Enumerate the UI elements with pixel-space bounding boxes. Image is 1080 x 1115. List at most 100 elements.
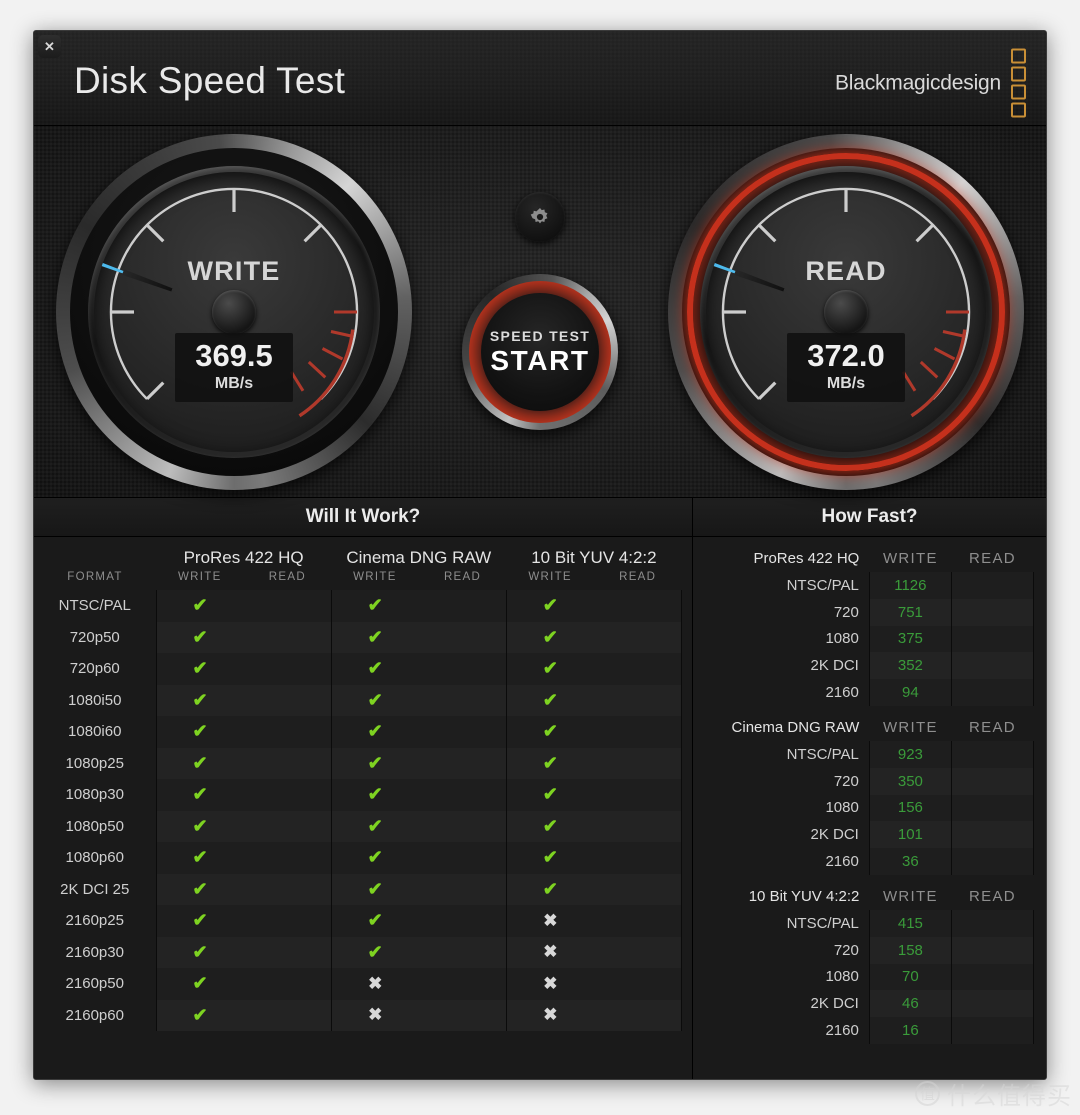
read-gauge-label: READ [805, 256, 887, 286]
will-it-work-table: FORMAT ProRes 422 HQ Cinema DNG RAW 10 B… [44, 537, 682, 1031]
sub-header-write: WRITE [178, 571, 222, 583]
empty-cell [593, 779, 682, 811]
cross-icon-cell: ✖ [330, 999, 419, 1031]
check-icon-cell: ✔ [155, 810, 244, 842]
check-icon: ✔ [542, 847, 558, 868]
check-icon-cell: ✔ [330, 590, 419, 622]
check-icon-cell: ✔ [155, 621, 244, 653]
how-fast-group-header: Cinema DNG RAW WRITE READ [701, 706, 1034, 741]
list-item: 2160 94 [701, 679, 1035, 706]
format-label: 1080p60 [44, 842, 156, 874]
how-fast-write-value: 923 [868, 740, 952, 768]
sub-header-read: READ [619, 571, 657, 583]
list-item: NTSC/PAL 1126 [701, 572, 1035, 599]
table-row: 1080p60 ✔ ✔ ✔ [44, 842, 682, 874]
check-icon: ✔ [367, 910, 383, 931]
sub-header-write: WRITE [528, 571, 572, 583]
table-row: 2K DCI 25 ✔ ✔ ✔ [44, 873, 682, 905]
read-readout: 372.0 MB/s [787, 332, 905, 402]
check-icon-cell: ✔ [330, 936, 419, 968]
speed-test-start-button[interactable]: SPEED TEST START [462, 274, 618, 430]
format-label: 1080p25 [44, 747, 156, 779]
check-icon-cell: ✔ [155, 936, 244, 968]
how-fast-read-value [950, 936, 1035, 964]
how-fast-read-value [950, 679, 1035, 706]
check-icon-cell: ✔ [330, 684, 419, 716]
check-icon: ✔ [192, 721, 208, 742]
list-item: 720 350 [701, 767, 1035, 795]
check-icon-cell: ✔ [505, 810, 594, 842]
empty-cell [593, 590, 682, 622]
how-fast-read-value [950, 598, 1035, 626]
list-item: NTSC/PAL 415 [701, 909, 1035, 937]
list-item: 2K DCI 46 [701, 990, 1035, 1018]
settings-button[interactable] [515, 192, 565, 242]
empty-cell [243, 810, 332, 842]
results-panels: Will It Work? FORMAT ProRes 422 HQ Cinem… [34, 498, 1046, 1079]
how-fast-resolution: NTSC/PAL [786, 914, 859, 932]
cross-icon: ✖ [543, 973, 558, 993]
check-icon: ✔ [192, 658, 208, 679]
title-bar: ✕ Disk Speed Test Blackmagicdesign [34, 31, 1046, 126]
gear-icon [530, 208, 548, 224]
brand-logo-group: Blackmagicdesign [835, 48, 1026, 118]
close-icon[interactable]: ✕ [38, 35, 61, 58]
how-fast-write-header: WRITE [882, 550, 938, 567]
how-fast-resolution: 1080 [825, 968, 859, 986]
check-icon-cell: ✔ [155, 716, 244, 748]
table-row: 1080p30 ✔ ✔ ✔ [44, 779, 682, 811]
check-icon-cell: ✔ [330, 747, 419, 779]
empty-cell [418, 936, 507, 968]
check-icon-cell: ✔ [505, 779, 594, 811]
check-icon-cell: ✔ [505, 747, 594, 779]
list-item: 1080 156 [701, 794, 1035, 822]
how-fast-group-header: 10 Bit YUV 4:2:2 WRITE READ [701, 875, 1034, 910]
empty-cell [418, 842, 507, 874]
check-icon: ✔ [192, 595, 208, 616]
read-gauge: READ 372.0 MB/s [668, 134, 1024, 490]
check-icon: ✔ [367, 784, 383, 805]
empty-cell [593, 810, 682, 842]
empty-cell [593, 653, 682, 685]
cross-icon-cell: ✖ [505, 999, 594, 1031]
empty-cell [243, 684, 332, 716]
check-icon: ✔ [542, 626, 558, 647]
how-fast-table-wrap: ProRes 422 HQ WRITE READ NTSC/PAL 1126 720 751… [693, 537, 1046, 1079]
check-icon-cell: ✔ [155, 684, 244, 716]
list-item: NTSC/PAL 923 [701, 740, 1035, 768]
how-fast-resolution: NTSC/PAL [786, 745, 859, 763]
check-icon: ✔ [542, 689, 558, 710]
empty-cell [418, 905, 507, 937]
how-fast-resolution: 2K DCI [810, 826, 859, 844]
list-item: 2K DCI 101 [701, 821, 1035, 849]
table-row: 1080p25 ✔ ✔ ✔ [44, 747, 682, 779]
check-icon: ✔ [542, 658, 558, 679]
how-fast-read-value [950, 794, 1035, 822]
check-icon-cell: ✔ [330, 716, 419, 748]
check-icon-cell: ✔ [155, 653, 244, 685]
empty-cell [593, 968, 682, 1000]
list-item: 1080 70 [701, 963, 1035, 991]
how-fast-panel: How Fast? ProRes 422 HQ WRITE READ NTSC/PAL… [693, 498, 1046, 1079]
cross-icon-cell: ✖ [505, 968, 594, 1000]
will-it-work-title: Will It Work? [34, 498, 692, 537]
group-header-prores: ProRes 422 HQ [183, 548, 304, 567]
how-fast-write-header: WRITE [882, 718, 938, 736]
cross-icon-cell: ✖ [505, 905, 594, 937]
empty-cell [243, 842, 332, 874]
group-header-row: FORMAT ProRes 422 HQ Cinema DNG RAW 10 B… [44, 537, 682, 583]
watermark: 值 什么值得买 [915, 1076, 1072, 1111]
empty-cell [243, 905, 332, 937]
empty-cell [593, 999, 682, 1031]
empty-cell [418, 779, 507, 811]
watermark-logo-icon: 值 [915, 1081, 940, 1106]
check-icon-cell: ✔ [505, 684, 594, 716]
empty-cell [593, 842, 682, 874]
how-fast-read-value [950, 767, 1035, 795]
how-fast-write-value: 751 [868, 598, 952, 626]
check-icon: ✔ [367, 626, 383, 647]
table-row: 1080i60 ✔ ✔ ✔ [44, 716, 682, 748]
how-fast-resolution: 1080 [825, 630, 859, 648]
check-icon-cell: ✔ [330, 905, 419, 937]
cross-icon: ✖ [543, 1005, 558, 1025]
